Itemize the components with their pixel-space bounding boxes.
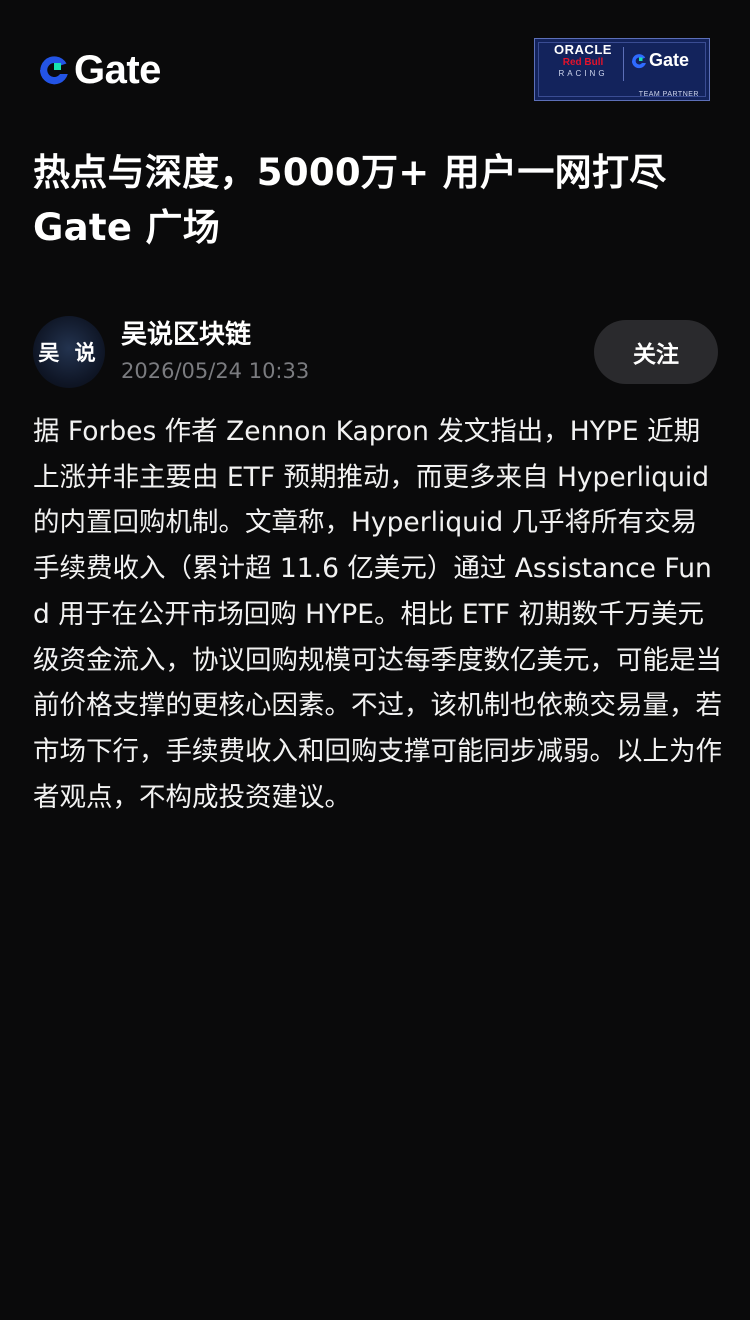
app-header: Gate ORACLE Red Bull RACING Gate TEAM PA… — [0, 0, 750, 130]
post-timestamp: 2026/05/24 10:33 — [121, 359, 310, 383]
oracle-text: ORACLE — [554, 42, 612, 57]
avatar-text: 吴 说 — [38, 341, 100, 365]
gate-logo-icon — [40, 56, 68, 85]
author-row: 吴 说 吴说区块链 2026/05/24 10:33 关注 — [33, 316, 718, 388]
badge-divider — [623, 47, 624, 81]
avatar[interactable]: 吴 说 — [33, 316, 105, 388]
post-body: 据 Forbes 作者 Zennon Kapron 发文指出，HYPE 近期上涨… — [33, 416, 722, 813]
gate-logo-icon — [632, 53, 646, 68]
follow-button[interactable]: 关注 — [594, 320, 718, 384]
redbull-text: Red Bull — [562, 57, 604, 68]
gate-logo-text: Gate — [74, 48, 161, 92]
page-headline: 热点与深度，5000万+ 用户一网打尽 Gate 广场 — [33, 151, 667, 249]
badge-gate-logo: Gate — [630, 50, 689, 71]
racing-text: RACING — [558, 69, 608, 78]
badge-gate-text: Gate — [649, 50, 690, 70]
author-name[interactable]: 吴说区块链 — [121, 319, 251, 351]
team-partner-badge: ORACLE Red Bull RACING Gate TEAM PARTNER — [534, 38, 710, 101]
team-partner-text: TEAM PARTNER — [638, 91, 699, 98]
gate-logo[interactable]: Gate — [36, 48, 161, 92]
oracle-redbull-logo: ORACLE Red Bull RACING — [543, 43, 623, 79]
